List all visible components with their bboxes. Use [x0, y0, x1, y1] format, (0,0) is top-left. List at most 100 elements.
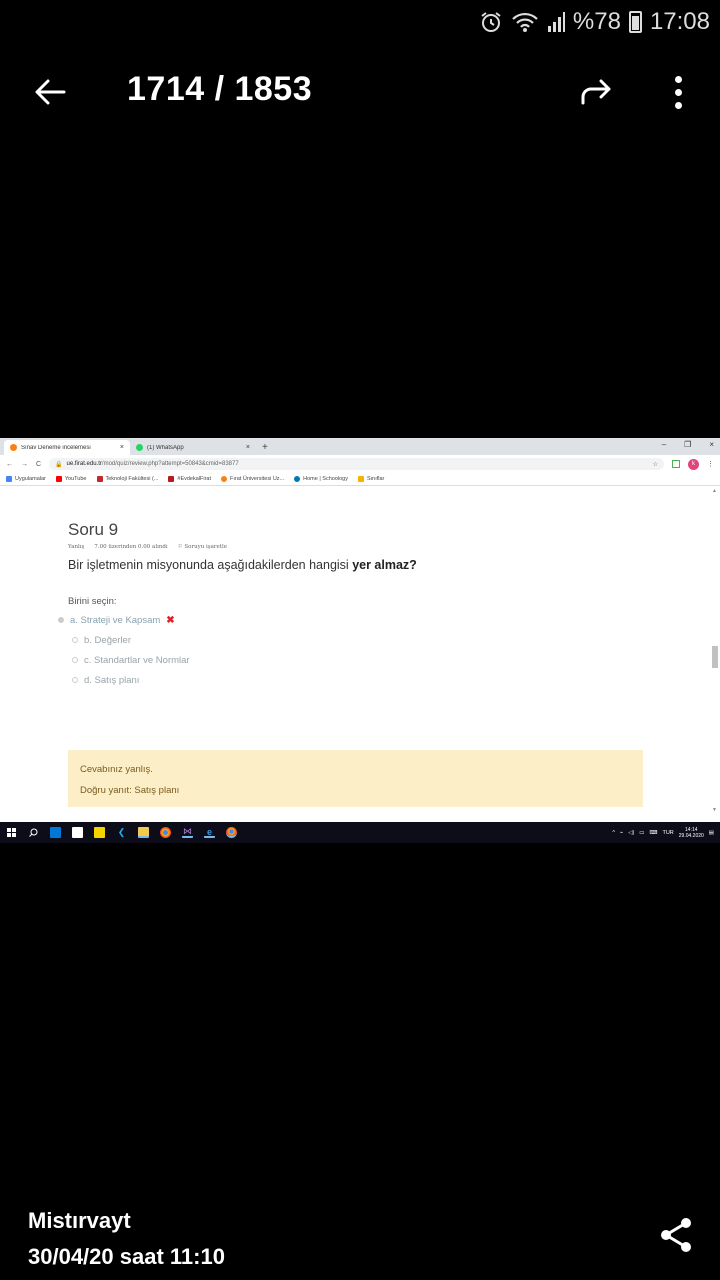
windows-taskbar: ❮ ⋈ e ^ ⌁ ◁) ▭ ⌨ TUR 14:14 29.04.2020 ▤ — [0, 822, 720, 843]
question-text: Bir işletmenin misyonunda aşağıdakilerde… — [68, 558, 417, 572]
mail-icon[interactable] — [50, 827, 61, 838]
sticky-notes-icon[interactable] — [94, 827, 105, 838]
sender-name: Mistırvayt — [28, 1208, 131, 1233]
taskbar-clock[interactable]: 14:14 29.04.2020 — [679, 827, 704, 839]
radio-button[interactable] — [72, 637, 78, 643]
site-icon — [168, 476, 175, 482]
vscode-icon[interactable]: ❮ — [116, 827, 127, 838]
bookmark-evdekal[interactable]: #EvdekalFirat — [168, 476, 211, 482]
radio-button[interactable] — [72, 657, 78, 663]
option-a[interactable]: a. Strateji ve Kapsam ✖ — [58, 610, 190, 630]
feedback-result: Cevabınız yanlış. — [80, 764, 153, 775]
option-label: d. Satış planı — [84, 674, 140, 686]
bookmark-youtube[interactable]: YouTube — [55, 476, 87, 482]
extension-icon[interactable] — [672, 460, 680, 468]
keyboard-icon[interactable]: ⌨ — [650, 830, 658, 836]
option-label: a. Strateji ve Kapsam — [70, 614, 161, 626]
answer-prompt: Birini seçin: — [68, 596, 117, 607]
close-window-icon[interactable]: × — [709, 440, 714, 449]
scroll-down-icon[interactable]: ▼ — [712, 807, 717, 813]
nav-back-icon[interactable]: ← — [6, 461, 13, 468]
status-time: 17:08 — [649, 8, 710, 35]
youtube-icon — [55, 476, 62, 482]
bookmark-schoology[interactable]: Home | Schoology — [294, 476, 348, 482]
bookmarks-bar: Uygulamalar YouTube Teknoloji Fakültesi … — [0, 473, 720, 486]
url-host: ue.firat.edu.tr — [66, 461, 102, 467]
quiz-review-page: Soru 9 Yanlış 7.00 üzerinden 0.00 alındı… — [0, 486, 720, 831]
browser-tabstrip: Sınav Deneme incelemesi × (1) WhatsApp ×… — [0, 438, 720, 455]
option-label: b. Değerler — [84, 634, 131, 646]
browser-menu-icon[interactable]: ⋮ — [707, 460, 714, 468]
chrome-active-icon[interactable] — [226, 827, 237, 838]
battery-icon — [628, 11, 642, 33]
scroll-thumb[interactable] — [712, 646, 718, 668]
bookmark-teknoloji[interactable]: Teknoloji Fakültesi (... — [96, 476, 158, 482]
radio-button[interactable] — [72, 677, 78, 683]
notifications-icon[interactable]: ▤ — [709, 830, 714, 836]
alarm-icon — [479, 10, 503, 34]
question-title: Soru 9 — [68, 520, 119, 539]
chrome-icon[interactable] — [160, 827, 171, 838]
correct-answer: Doğru yanıt: Satış planı — [80, 785, 180, 796]
browser-toolbar: ← → C 🔒 ue.firat.edu.tr/mod/quiz/review.… — [0, 455, 720, 473]
tab-quiz-review[interactable]: Sınav Deneme incelemesi × — [4, 440, 130, 455]
bookmark-firat-uzem[interactable]: Fırat Üniversitesi Uz... — [221, 476, 284, 482]
apps-grid-icon — [6, 476, 12, 482]
tab-title: Sınav Deneme incelemesi — [21, 444, 91, 451]
whatsapp-favicon-icon — [136, 444, 143, 451]
windows-start-icon[interactable] — [6, 827, 17, 838]
battery-tray-icon[interactable]: ▭ — [639, 830, 644, 836]
search-icon[interactable] — [28, 827, 39, 838]
image-counter: 1714 / 1853 — [127, 70, 313, 108]
radio-button[interactable] — [58, 617, 64, 623]
page-scrollbar[interactable]: ▲ ▼ — [710, 486, 718, 815]
site-icon — [96, 476, 103, 482]
system-tray: ^ ⌁ ◁) ▭ ⌨ TUR 14:14 29.04.2020 ▤ — [612, 827, 714, 839]
tab-whatsapp[interactable]: (1) WhatsApp × — [130, 440, 256, 455]
share-icon[interactable] — [656, 1214, 698, 1256]
new-tab-button[interactable]: + — [256, 440, 274, 455]
network-icon[interactable]: ⌁ — [620, 830, 623, 836]
edge-icon[interactable]: e — [204, 827, 215, 838]
question-status: Yanlış — [68, 544, 85, 550]
share-arrow-icon[interactable] — [574, 70, 618, 114]
question-score: 7.00 üzerinden 0.00 alındı — [94, 544, 168, 550]
profile-avatar[interactable]: k — [688, 458, 699, 470]
visual-studio-icon[interactable]: ⋈ — [182, 826, 193, 838]
back-arrow-icon[interactable] — [28, 70, 72, 114]
maximize-icon[interactable]: ❐ — [684, 440, 691, 449]
screenshot-image[interactable]: Sınav Deneme incelemesi × (1) WhatsApp ×… — [0, 438, 720, 843]
tab-title: (1) WhatsApp — [147, 444, 184, 451]
sent-datetime: 30/04/20 saat 11:10 — [28, 1244, 225, 1269]
question-meta: Yanlış 7.00 üzerinden 0.00 alındı ⚐ Soru… — [68, 544, 227, 550]
bookmark-siniflar[interactable]: Sınıflar — [357, 476, 384, 482]
tab-close-icon[interactable]: × — [246, 444, 250, 451]
minimize-icon[interactable]: – — [662, 440, 666, 449]
moodle-icon — [221, 476, 228, 482]
tray-chevron-icon[interactable]: ^ — [612, 830, 615, 836]
bookmark-apps[interactable]: Uygulamalar — [6, 476, 46, 482]
feedback-box: Cevabınız yanlış. Doğru yanıt: Satış pla… — [68, 750, 643, 807]
signal-icon — [547, 12, 565, 32]
taskbar-date: 29.04.2020 — [678, 832, 704, 839]
language-indicator[interactable]: TUR — [662, 830, 673, 836]
file-explorer-icon[interactable] — [138, 827, 149, 838]
question-emphasis: yer almaz? — [352, 558, 417, 572]
store-icon[interactable] — [72, 827, 83, 838]
option-c[interactable]: c. Standartlar ve Normlar — [58, 650, 190, 670]
flag-question-link[interactable]: ⚐ Soruyu işaretle — [178, 544, 227, 550]
battery-percent: %78 — [572, 8, 621, 35]
option-b[interactable]: b. Değerler — [58, 630, 190, 650]
option-d[interactable]: d. Satış planı — [58, 670, 190, 690]
address-bar[interactable]: 🔒 ue.firat.edu.tr/mod/quiz/review.php?at… — [49, 458, 664, 470]
scroll-up-icon[interactable]: ▲ — [712, 488, 717, 494]
nav-forward-icon[interactable]: → — [21, 461, 28, 468]
tab-close-icon[interactable]: × — [120, 444, 124, 451]
star-icon[interactable]: ☆ — [653, 461, 658, 468]
reload-icon[interactable]: C — [36, 461, 41, 468]
app-bar: 1714 / 1853 — [0, 56, 720, 128]
more-vert-icon[interactable] — [656, 70, 700, 114]
volume-icon[interactable]: ◁) — [628, 830, 634, 836]
image-info: Mistırvayt 30/04/20 saat 11:10 — [28, 1208, 225, 1270]
url-path: /mod/quiz/review.php?attempt=50843&cmid=… — [101, 461, 239, 467]
